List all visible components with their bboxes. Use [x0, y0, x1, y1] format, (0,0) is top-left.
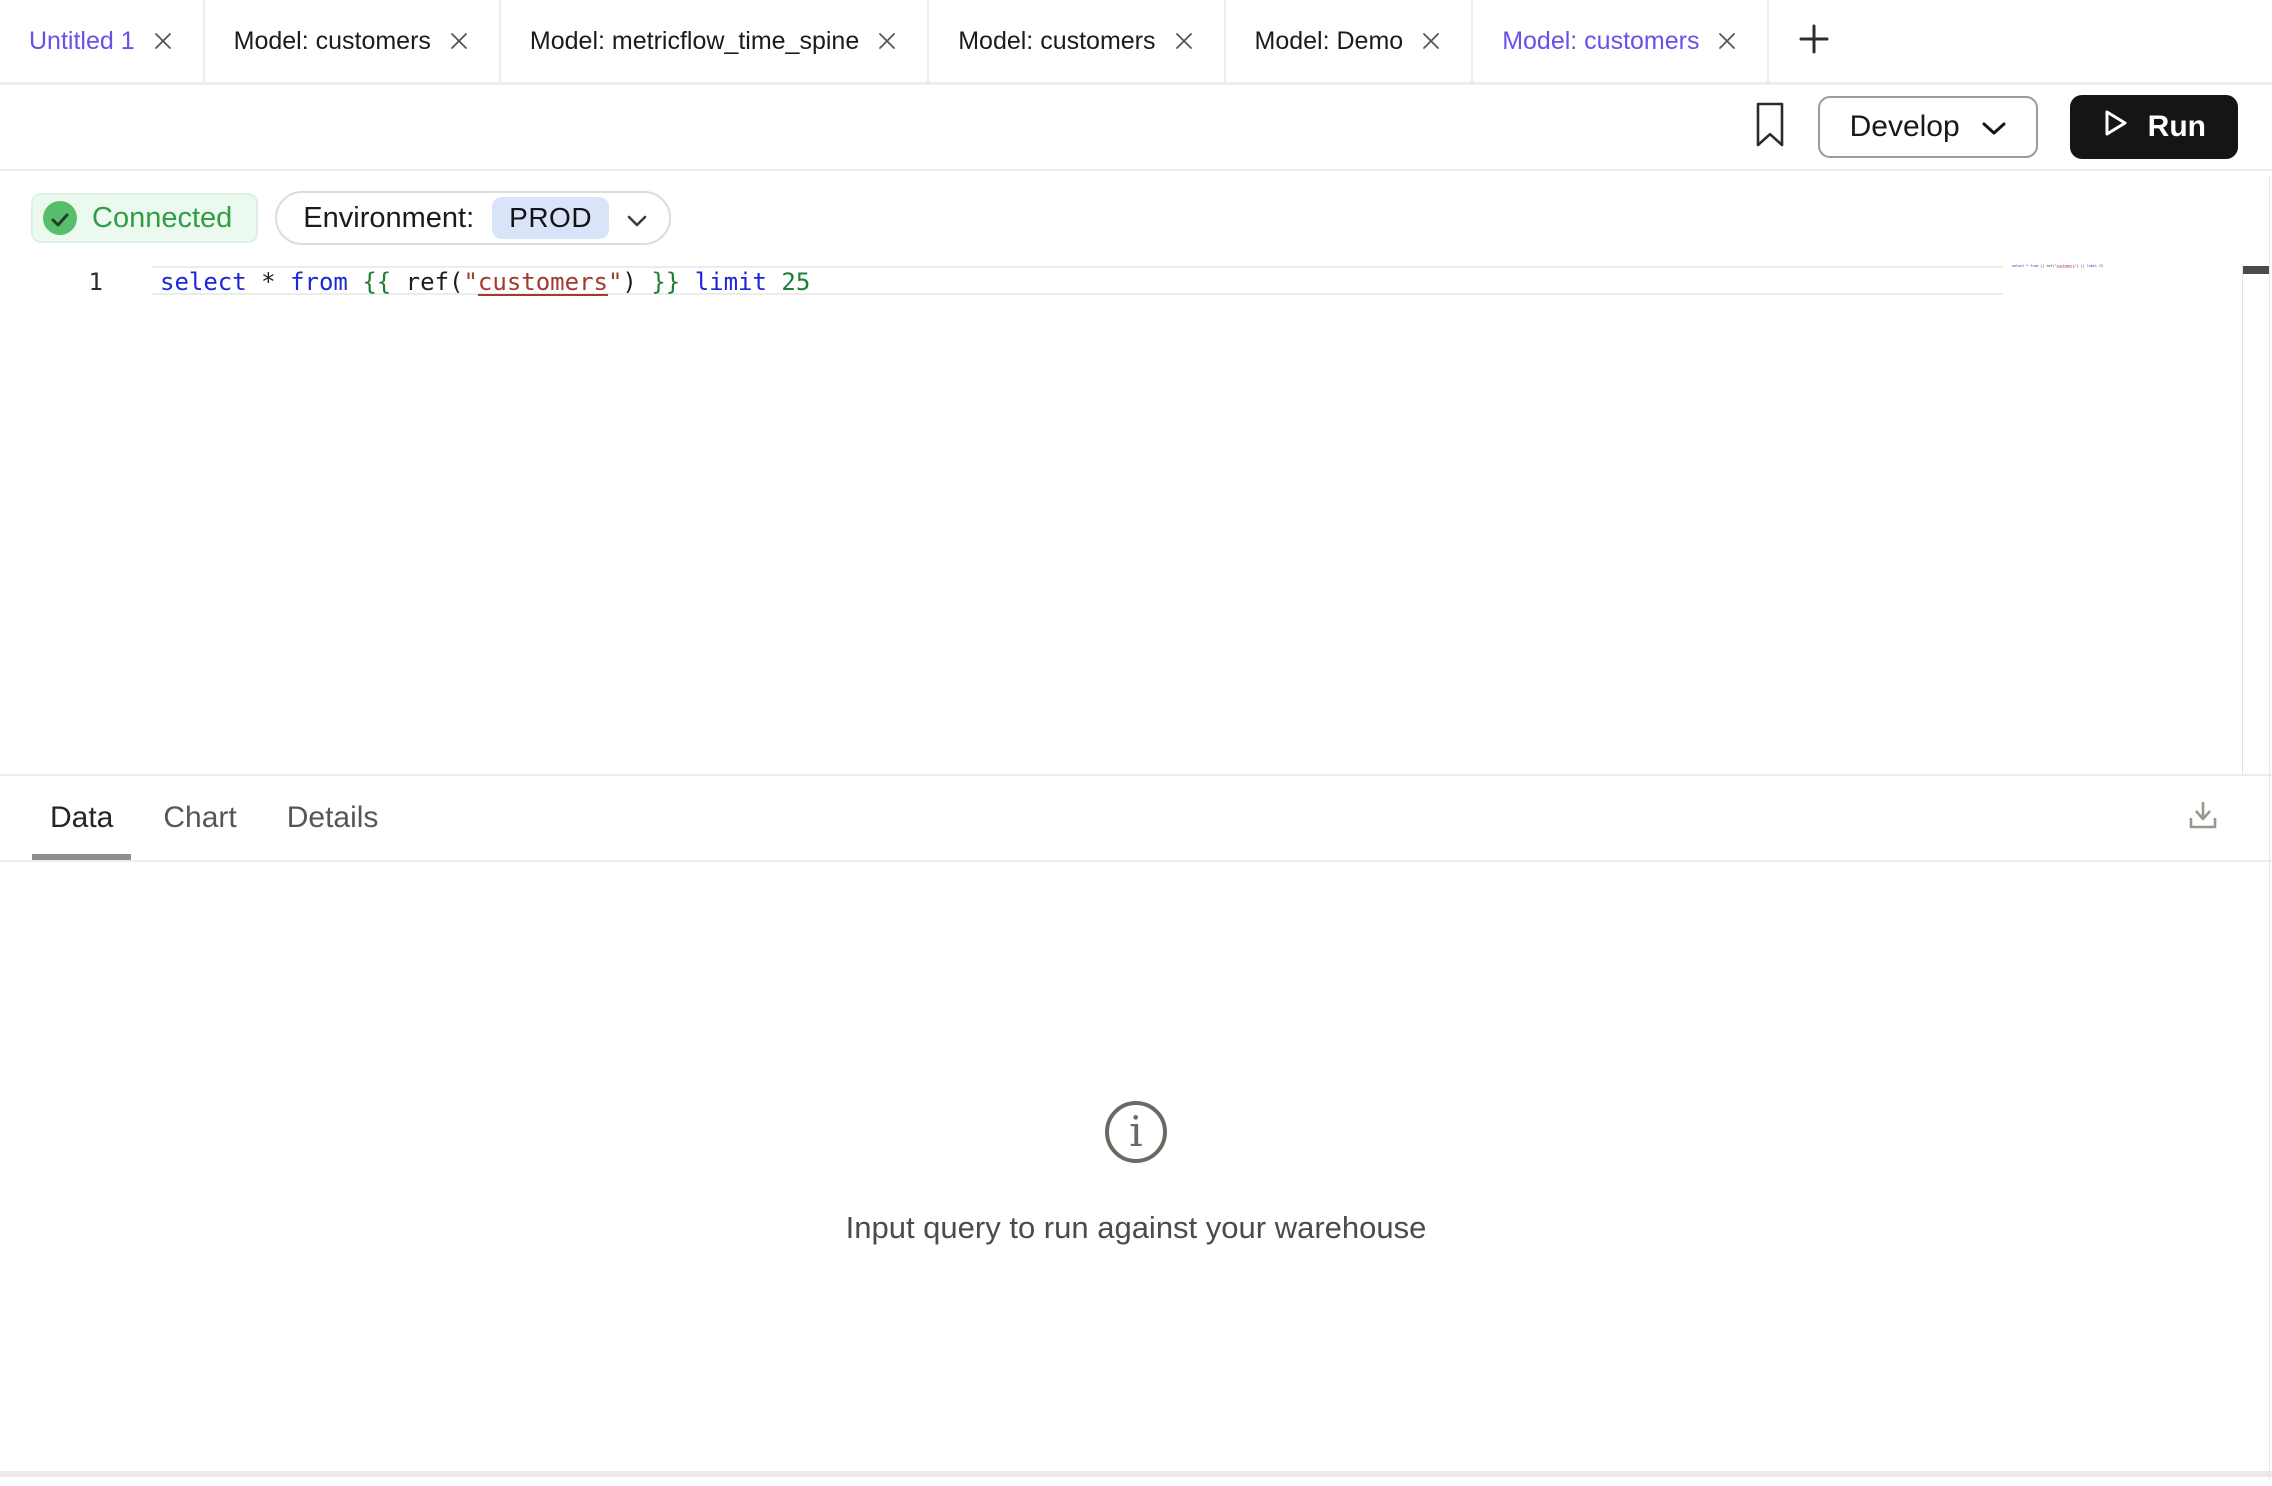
ref-model-link[interactable]: customers: [478, 268, 608, 296]
right-edge-divider: [2269, 176, 2270, 1480]
tab-details-label: Details: [287, 801, 379, 835]
environment-selector[interactable]: Environment: PROD: [275, 191, 671, 245]
chevron-down-icon: [1982, 110, 2006, 144]
code-token: [348, 268, 362, 296]
code-token: [680, 268, 694, 296]
code-token: ": [463, 268, 477, 296]
tab-data-label: Data: [50, 801, 113, 835]
minimap-token: 25: [2099, 264, 2103, 268]
code-token: ": [608, 268, 622, 296]
tab-label: Model: customers: [1502, 27, 1699, 56]
svg-text:i: i: [1129, 1107, 1142, 1156]
code-token: {{: [362, 268, 391, 296]
code-token: select: [160, 268, 247, 296]
tab-details[interactable]: Details: [269, 776, 397, 860]
code-token: limit: [695, 268, 767, 296]
tab-label: Model: customers: [234, 27, 431, 56]
code-token: ref(: [391, 268, 463, 296]
results-panel: i Input query to run against your wareho…: [0, 862, 2272, 1471]
bookmark-icon: [1754, 101, 1786, 154]
tab-chart[interactable]: Chart: [145, 776, 254, 860]
minimap-token: ref(: [2044, 264, 2054, 268]
minimap-token: select: [2012, 264, 2024, 268]
code-token: *: [261, 268, 275, 296]
tab-model-customers-2[interactable]: Model: customers: [929, 0, 1225, 82]
chevron-down-icon: [627, 202, 647, 235]
tab-data[interactable]: Data: [32, 776, 131, 860]
results-tab-bar: Data Chart Details: [0, 776, 2272, 862]
develop-label: Develop: [1850, 110, 1960, 144]
scrollbar-track[interactable]: [2242, 263, 2243, 774]
tab-chart-label: Chart: [163, 801, 236, 835]
code-token: 25: [781, 268, 810, 296]
bottom-edge-strip: [0, 1471, 2272, 1477]
tab-model-customers-3[interactable]: Model: customers: [1473, 0, 1769, 82]
tab-label: Model: Demo: [1255, 27, 1404, 56]
info-icon: i: [1103, 1099, 1169, 1170]
toolbar: Develop Run: [0, 85, 2272, 171]
download-results-button[interactable]: [2184, 797, 2222, 840]
code-line[interactable]: select * from {{ ref("customers") }} lim…: [160, 266, 810, 299]
download-icon: [2184, 797, 2222, 840]
code-token: }}: [651, 268, 680, 296]
code-token: [247, 268, 261, 296]
connection-status-row: Connected Environment: PROD: [31, 191, 671, 245]
close-icon[interactable]: [1716, 30, 1738, 52]
sql-editor[interactable]: Connected Environment: PROD 1 select * f…: [0, 171, 2272, 776]
environment-value-badge: PROD: [492, 197, 609, 239]
tab-label: Model: metricflow_time_spine: [530, 27, 859, 56]
tab-untitled-1[interactable]: Untitled 1: [0, 0, 205, 82]
close-icon[interactable]: [876, 30, 898, 52]
editor-minimap[interactable]: select * from {{ ref("customers") }} lim…: [2012, 264, 2103, 268]
close-icon[interactable]: [448, 30, 470, 52]
close-icon[interactable]: [152, 30, 174, 52]
editor-tab-bar: Untitled 1 Model: customers Model: metri…: [0, 0, 2272, 85]
minimap-token: customers: [2057, 264, 2075, 268]
tab-label: Untitled 1: [29, 27, 135, 56]
empty-state-message: Input query to run against your warehous…: [846, 1210, 1427, 1246]
plus-icon: [1797, 22, 1831, 61]
connected-label: Connected: [92, 202, 232, 235]
new-tab-button[interactable]: [1769, 0, 1859, 82]
minimap-token: limit: [2087, 264, 2097, 268]
bookmark-button[interactable]: [1754, 101, 1786, 154]
play-icon: [2102, 108, 2130, 146]
code-token: from: [290, 268, 348, 296]
code-token: ): [622, 268, 651, 296]
code-token: [767, 268, 781, 296]
run-label: Run: [2148, 110, 2206, 144]
environment-label: Environment:: [303, 202, 474, 235]
ide-window: Untitled 1 Model: customers Model: metri…: [0, 0, 2272, 1486]
line-number: 1: [0, 266, 103, 299]
run-button[interactable]: Run: [2070, 95, 2238, 159]
connection-ok-circle: [43, 201, 77, 235]
code-token: [276, 268, 290, 296]
connected-badge: Connected: [31, 193, 258, 243]
tab-model-demo[interactable]: Model: Demo: [1226, 0, 1474, 82]
tab-model-metricflow-time-spine[interactable]: Model: metricflow_time_spine: [501, 0, 929, 82]
close-icon[interactable]: [1173, 30, 1195, 52]
develop-dropdown-button[interactable]: Develop: [1818, 96, 2038, 158]
close-icon[interactable]: [1420, 30, 1442, 52]
tab-label: Model: customers: [958, 27, 1155, 56]
check-icon: [51, 202, 69, 235]
scrollbar-thumb[interactable]: [2243, 266, 2269, 274]
tab-model-customers-1[interactable]: Model: customers: [205, 0, 501, 82]
minimap-token: from: [2030, 264, 2038, 268]
